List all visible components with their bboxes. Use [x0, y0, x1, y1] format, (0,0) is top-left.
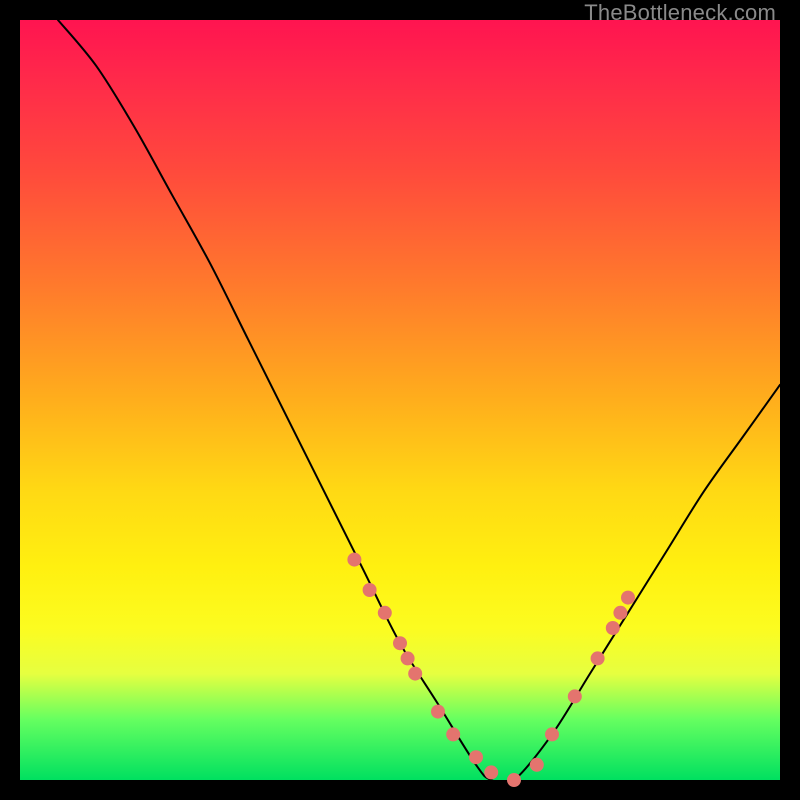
threshold-marker [469, 750, 483, 764]
threshold-marker [568, 689, 582, 703]
threshold-marker [484, 765, 498, 779]
threshold-marker [606, 621, 620, 635]
plot-area [20, 20, 780, 780]
curve-svg [20, 20, 780, 780]
threshold-marker [378, 606, 392, 620]
threshold-marker [545, 727, 559, 741]
threshold-marker [530, 758, 544, 772]
threshold-marker [401, 651, 415, 665]
threshold-marker [621, 591, 635, 605]
threshold-marker [431, 705, 445, 719]
threshold-marker [347, 553, 361, 567]
threshold-marker [591, 651, 605, 665]
threshold-marker [408, 667, 422, 681]
threshold-marker [363, 583, 377, 597]
chart-frame: TheBottleneck.com [0, 0, 800, 800]
threshold-marker [446, 727, 460, 741]
threshold-marker [393, 636, 407, 650]
threshold-marker [507, 773, 521, 787]
threshold-marker [613, 606, 627, 620]
